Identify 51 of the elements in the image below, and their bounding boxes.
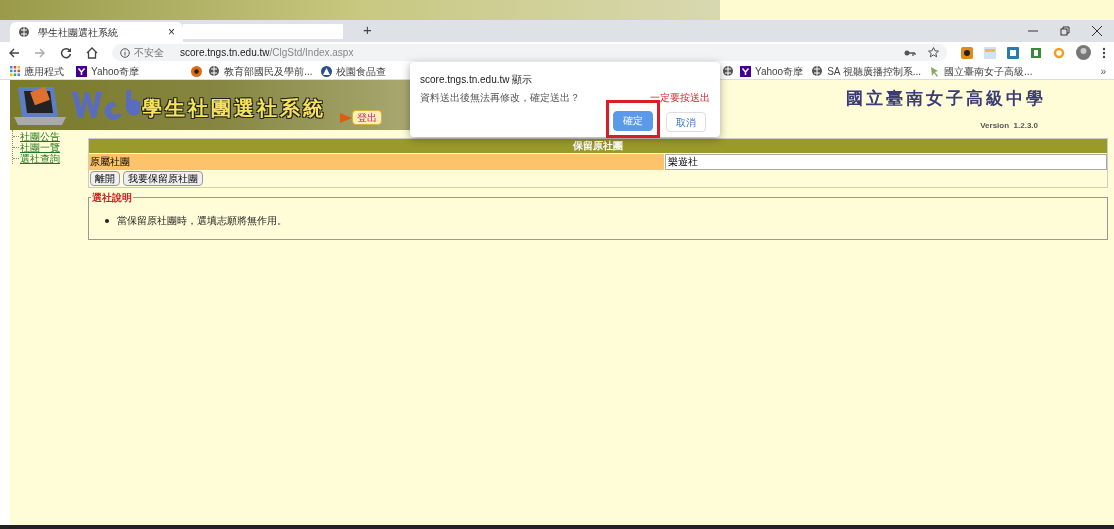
bookmark-item[interactable]: SA 視聽廣播控制系... [811,63,922,79]
bookmark-item[interactable]: 應用程式 [10,63,64,79]
bookmark-item[interactable]: 校園食品查 [320,63,386,79]
leave-button[interactable]: 離開 [90,171,120,186]
panel-title: 保留原社團 [89,139,1107,153]
cancel-button[interactable]: 取消 [666,112,706,132]
note-text: 當保留原社團時，選填志願將無作用。 [117,214,287,228]
security-label: 不安全 [134,46,164,60]
key-icon[interactable] [904,48,916,57]
school-name: 國立臺南女子高級中學 [846,87,1046,110]
star-icon[interactable] [928,47,939,58]
url-text: score.tngs.tn.edu.tw/ClgStd/Index.aspx [180,46,354,60]
sidebar-link[interactable]: 社團一覽 [20,142,60,153]
sidebar-link[interactable]: 選社查詢 [20,153,60,164]
logout-button[interactable]: 登出 [352,110,382,125]
web-logo-icon [70,88,140,122]
system-title: 學生社團選社系統 [142,96,326,121]
bookmark-icon[interactable] [191,65,203,77]
bookmark-item[interactable]: 教育部國民及學前... [208,63,313,79]
browser-tab[interactable]: 學生社團選社系統 × [10,22,183,42]
reload-icon[interactable] [60,46,72,59]
bookmark-item[interactable]: Yahoo奇摩 [76,63,140,79]
more-icon[interactable] [1102,46,1106,59]
bookmark-item[interactable]: Yahoo奇摩 [740,63,804,79]
close-button[interactable]: × [168,23,175,41]
close-icon[interactable] [1092,26,1102,36]
sidebar-link[interactable]: 社團公告 [20,131,60,142]
new-tab-button[interactable]: + [363,18,372,41]
tab-title: 學生社團選社系統 [38,25,119,40]
dialog-message: 資料送出後無法再修改，確定送出？ [420,91,580,105]
back-icon[interactable] [8,46,20,59]
keep-club-button[interactable]: 我要保留原社團 [123,171,203,186]
home-icon[interactable] [86,46,98,59]
globe-icon [18,26,30,38]
arrow-icon [340,112,352,123]
bullet-icon [105,218,109,223]
apps-icon [10,66,20,76]
restore-icon[interactable] [1060,26,1070,36]
field-label: 原屬社團 [89,154,664,170]
bookmark-icon [929,65,941,77]
annotation-text: 一定要按送出 [650,91,710,105]
address-bar[interactable]: 不安全 score.tngs.tn.edu.tw/ClgStd/Index.aspx [112,44,947,61]
field-value: 樂遊社 [665,154,1107,170]
info-icon [120,47,130,58]
extension-icon[interactable] [961,46,973,59]
bookmark-item[interactable]: 國立臺南女子高級... [929,63,1033,79]
more-bookmarks-button[interactable]: » [1100,63,1106,79]
version-label: Version 1.2.3.0 [980,119,1038,132]
avatar-icon[interactable] [1076,45,1091,60]
notes-legend: 選社說明 [91,190,133,205]
dialog-title: score.tngs.tn.edu.tw 顯示 [420,73,534,87]
